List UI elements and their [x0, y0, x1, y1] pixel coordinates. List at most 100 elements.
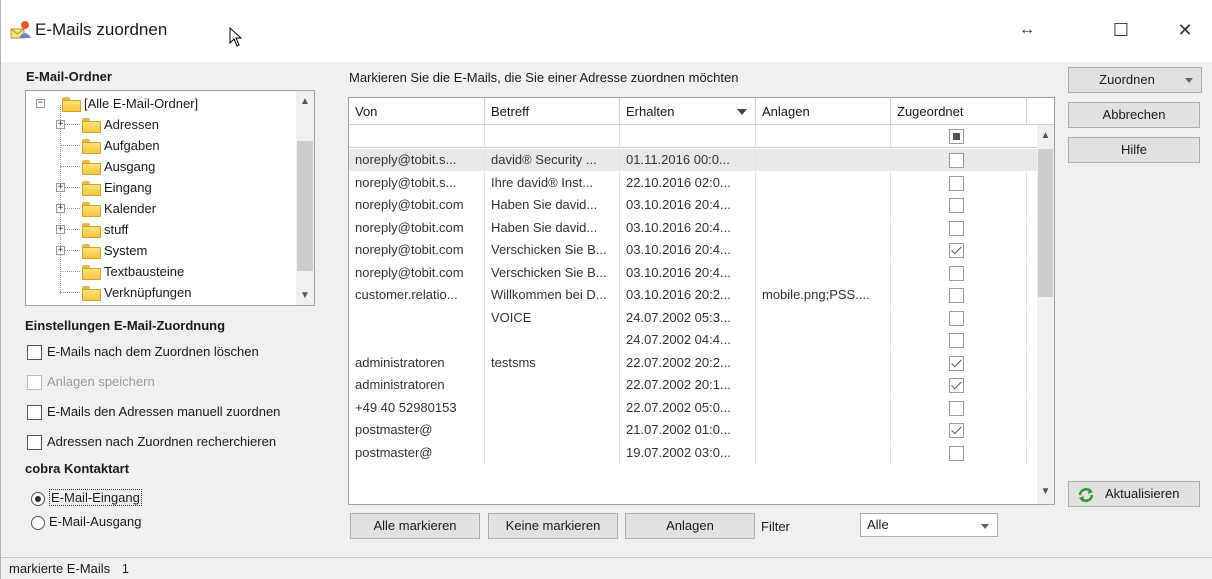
folder-item[interactable]: Ausgang — [26, 156, 296, 177]
resize-arrows-icon[interactable]: ↔ — [1017, 20, 1037, 40]
radio-email-in[interactable]: E-Mail-Eingang — [31, 489, 142, 510]
research-checkbox[interactable] — [27, 435, 42, 451]
expand-icon[interactable]: + — [56, 225, 65, 234]
filter-assigned-checkbox[interactable] — [949, 129, 964, 144]
table-row[interactable]: noreply@tobit.com Haben Sie david... 03.10… — [349, 216, 1037, 239]
table-row[interactable]: administratoren 22.07.2002 20:1... — [349, 374, 1037, 396]
folder-icon — [82, 160, 101, 175]
expand-icon[interactable]: + — [56, 246, 65, 255]
assigned-checkbox[interactable] — [949, 445, 964, 461]
assigned-checkbox[interactable] — [949, 265, 964, 281]
scroll-up-icon[interactable]: ▲ — [296, 93, 314, 111]
assigned-checkbox[interactable] — [949, 400, 964, 416]
table-row[interactable]: VOICE 24.07.2002 05:3... — [349, 306, 1037, 329]
folder-item[interactable]: Verknüpfungen — [26, 282, 296, 303]
folder-item[interactable]: Textbausteine — [26, 261, 296, 282]
col-anlagen[interactable]: Anlagen — [756, 98, 891, 125]
assigned-checkbox[interactable] — [949, 175, 964, 191]
grid-scroll-up-icon[interactable]: ▲ — [1037, 127, 1054, 145]
select-none-button[interactable]: Keine markieren — [488, 513, 618, 539]
folder-item[interactable]: + Adressen — [26, 114, 296, 135]
grid-scroll-thumb[interactable] — [1038, 149, 1053, 297]
table-row[interactable]: postmaster@ 21.07.2002 01:0... — [349, 419, 1037, 441]
table-row[interactable]: customer.relatio... Willkommen bei D... 03… — [349, 284, 1037, 306]
refresh-button[interactable]: Aktualisieren — [1068, 481, 1200, 507]
tree-scrollbar[interactable]: ▲ ▼ — [296, 91, 314, 305]
manual-checkbox[interactable] — [27, 405, 42, 421]
cell-von: postmaster@ — [349, 441, 485, 464]
folder-item[interactable]: + stuff — [26, 219, 296, 240]
expand-icon[interactable]: + — [56, 204, 65, 213]
col-zugeordnet[interactable]: Zugeordnet — [891, 98, 1027, 125]
expand-icon[interactable]: + — [56, 120, 65, 129]
folder-tree[interactable]: ▲ ▼ − [Alle E-Mail-Ordner] + Adressen Aufgab… — [25, 90, 315, 306]
assigned-checkbox[interactable] — [949, 423, 964, 438]
table-row[interactable]: noreply@tobit.s... david® Security ... 01.… — [349, 149, 1037, 171]
filter-betreff[interactable] — [485, 125, 620, 148]
radio-out-button[interactable] — [31, 515, 45, 530]
table-row[interactable]: postmaster@ 19.07.2002 03:0... — [349, 441, 1037, 464]
help-button[interactable]: Hilfe — [1068, 137, 1200, 163]
research-label: Adressen nach Zuordnen recherchieren — [47, 434, 277, 449]
settings-title: Einstellungen E-Mail-Zuordnung — [25, 318, 226, 333]
table-row[interactable]: noreply@tobit.com Haben Sie david... 03.10… — [349, 194, 1037, 216]
folder-icon — [82, 139, 101, 154]
assigned-checkbox[interactable] — [949, 333, 964, 348]
email-grid[interactable]: Von Betreff Erhalten Anlagen Zugeordnet … — [348, 97, 1055, 505]
assigned-checkbox[interactable] — [949, 310, 964, 326]
filter-anlagen[interactable] — [756, 125, 891, 148]
assigned-checkbox[interactable] — [949, 153, 964, 168]
filter-erhalten[interactable] — [620, 125, 756, 148]
cell-betreff: Haben Sie david... — [485, 216, 620, 239]
maximize-button[interactable]: ☐ — [1111, 20, 1131, 40]
radio-email-out[interactable]: E-Mail-Ausgang — [31, 514, 142, 534]
cell-betreff: Haben Sie david... — [485, 194, 620, 216]
filter-von[interactable] — [349, 125, 485, 148]
assigned-checkbox[interactable] — [949, 198, 964, 213]
close-button[interactable]: ✕ — [1175, 20, 1195, 40]
filter-select-value: Alle — [867, 517, 889, 532]
select-all-button[interactable]: Alle markieren — [350, 513, 480, 539]
col-von[interactable]: Von — [349, 98, 485, 125]
col-betreff[interactable]: Betreff — [485, 98, 620, 125]
scroll-down-icon[interactable]: ▼ — [296, 287, 314, 305]
table-row[interactable]: +49 40 52980153 22.07.2002 05:0... — [349, 396, 1037, 419]
grid-filter-row — [349, 125, 1054, 148]
tree-scroll-thumb[interactable] — [297, 141, 313, 271]
assigned-checkbox[interactable] — [949, 288, 964, 303]
collapse-icon[interactable]: − — [36, 99, 45, 108]
folder-icon — [82, 202, 101, 217]
grid-scroll-down-icon[interactable]: ▼ — [1037, 483, 1054, 501]
folder-icon — [62, 97, 81, 112]
folder-item[interactable]: + Kalender — [26, 198, 296, 219]
assigned-checkbox[interactable] — [949, 355, 964, 371]
cancel-button[interactable]: Abbrechen — [1068, 102, 1200, 128]
col-erhalten[interactable]: Erhalten — [620, 98, 756, 125]
option-delete-after-assign[interactable]: E-Mails nach dem Zuordnen löschen — [27, 344, 259, 364]
table-row[interactable]: noreply@tobit.com Verschicken Sie B... 03.… — [349, 239, 1037, 261]
folder-item[interactable]: Aufgaben — [26, 135, 296, 156]
table-row[interactable]: noreply@tobit.com Verschicken Sie B... 03.… — [349, 261, 1037, 284]
table-row[interactable]: noreply@tobit.s... Ihre david® Inst... 22.… — [349, 171, 1037, 194]
option-research-addresses[interactable]: Adressen nach Zuordnen recherchieren — [27, 434, 276, 454]
status-bar: markierte E-Mails 1 — [1, 557, 1212, 579]
chevron-down-icon — [981, 524, 989, 529]
filter-select[interactable]: Alle — [860, 513, 998, 537]
assigned-checkbox[interactable] — [949, 243, 964, 258]
assigned-checkbox[interactable] — [949, 378, 964, 393]
cell-anlagen — [756, 149, 891, 171]
assign-chevron-icon[interactable] — [1185, 78, 1193, 83]
assign-button[interactable]: Zuordnen — [1068, 67, 1202, 93]
folder-item[interactable]: + System — [26, 240, 296, 261]
table-row[interactable]: administratoren testsms 22.07.2002 20:2... — [349, 351, 1037, 374]
grid-scrollbar[interactable]: ▲ ▼ — [1037, 125, 1054, 504]
option-manual-assign[interactable]: E-Mails den Adressen manuell zuordnen — [27, 404, 280, 424]
folder-item[interactable]: − [Alle E-Mail-Ordner] — [26, 93, 296, 114]
table-row[interactable]: 24.07.2002 04:4... — [349, 329, 1037, 351]
delete-checkbox[interactable] — [27, 345, 42, 361]
expand-icon[interactable]: + — [56, 183, 65, 192]
folder-item[interactable]: + Eingang — [26, 177, 296, 198]
attachments-button[interactable]: Anlagen — [625, 513, 755, 539]
radio-in-button[interactable] — [31, 491, 45, 506]
assigned-checkbox[interactable] — [949, 220, 964, 236]
